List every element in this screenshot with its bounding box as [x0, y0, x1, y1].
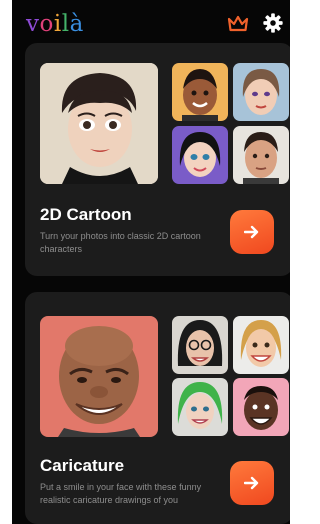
app-screen: voilà 2D Cartoon Turn your photos into c… — [12, 0, 290, 524]
card-description: Put a smile in your face with these funn… — [40, 482, 202, 505]
card-title: 2D Cartoon — [40, 205, 132, 224]
logo-letter: à — [69, 11, 84, 37]
caricature-thumb — [233, 316, 289, 374]
arrow-right-icon — [244, 476, 259, 490]
caricature-thumb — [172, 316, 228, 374]
start-cartoon-button[interactable] — [230, 210, 274, 254]
cartoon-thumb — [233, 126, 289, 184]
logo-letter: l — [61, 11, 70, 37]
cartoon-main-image — [40, 63, 158, 184]
card-description: Turn your photos into classic 2D cartoon… — [40, 231, 201, 254]
premium-button[interactable] — [227, 14, 249, 34]
cartoon-thumb — [233, 63, 289, 121]
caricature-thumb — [233, 378, 289, 436]
logo-letter: i — [53, 11, 62, 37]
logo-letter: o — [39, 11, 54, 37]
gear-icon — [263, 13, 283, 33]
voila-logo: voilà — [26, 10, 84, 38]
cartoon-thumb — [172, 126, 228, 184]
settings-button[interactable] — [262, 12, 284, 34]
cartoon-card[interactable]: 2D Cartoon Turn your photos into classic… — [25, 43, 290, 276]
caricature-card[interactable]: Caricature Put a smile in your face with… — [25, 292, 290, 524]
logo-letter: v — [26, 11, 40, 37]
card-title: Caricature — [40, 456, 125, 475]
caricature-main-image — [40, 316, 158, 437]
start-caricature-button[interactable] — [230, 461, 274, 505]
cartoon-thumb — [172, 63, 228, 121]
arrow-right-icon — [244, 225, 259, 239]
caricature-thumb — [172, 378, 228, 436]
crown-icon — [227, 15, 249, 32]
